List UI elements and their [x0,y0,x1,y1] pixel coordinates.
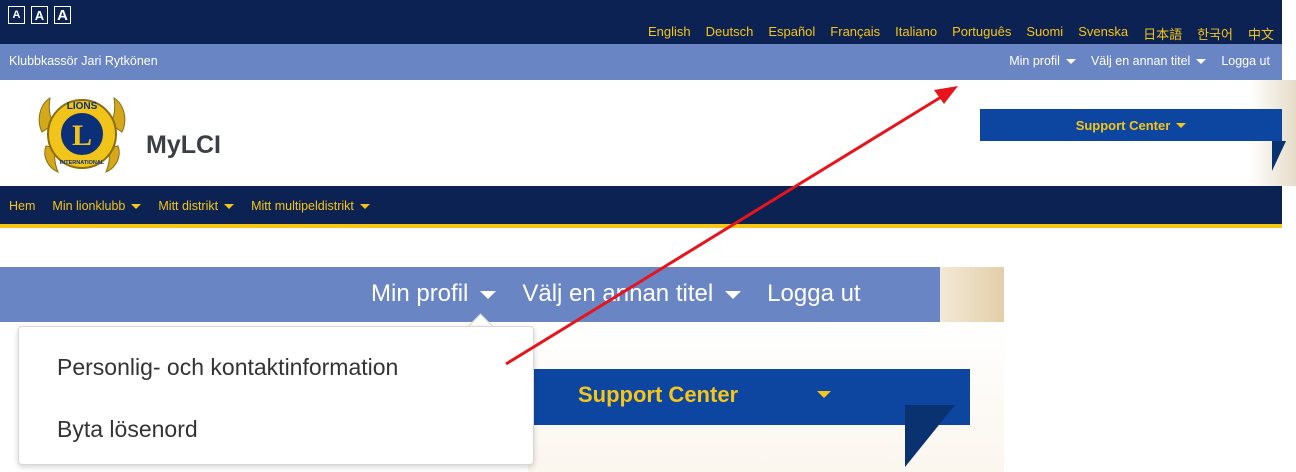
annotation-arrow [505,86,958,366]
arrow-head-icon [934,86,958,104]
arrow-shaft [505,92,947,366]
